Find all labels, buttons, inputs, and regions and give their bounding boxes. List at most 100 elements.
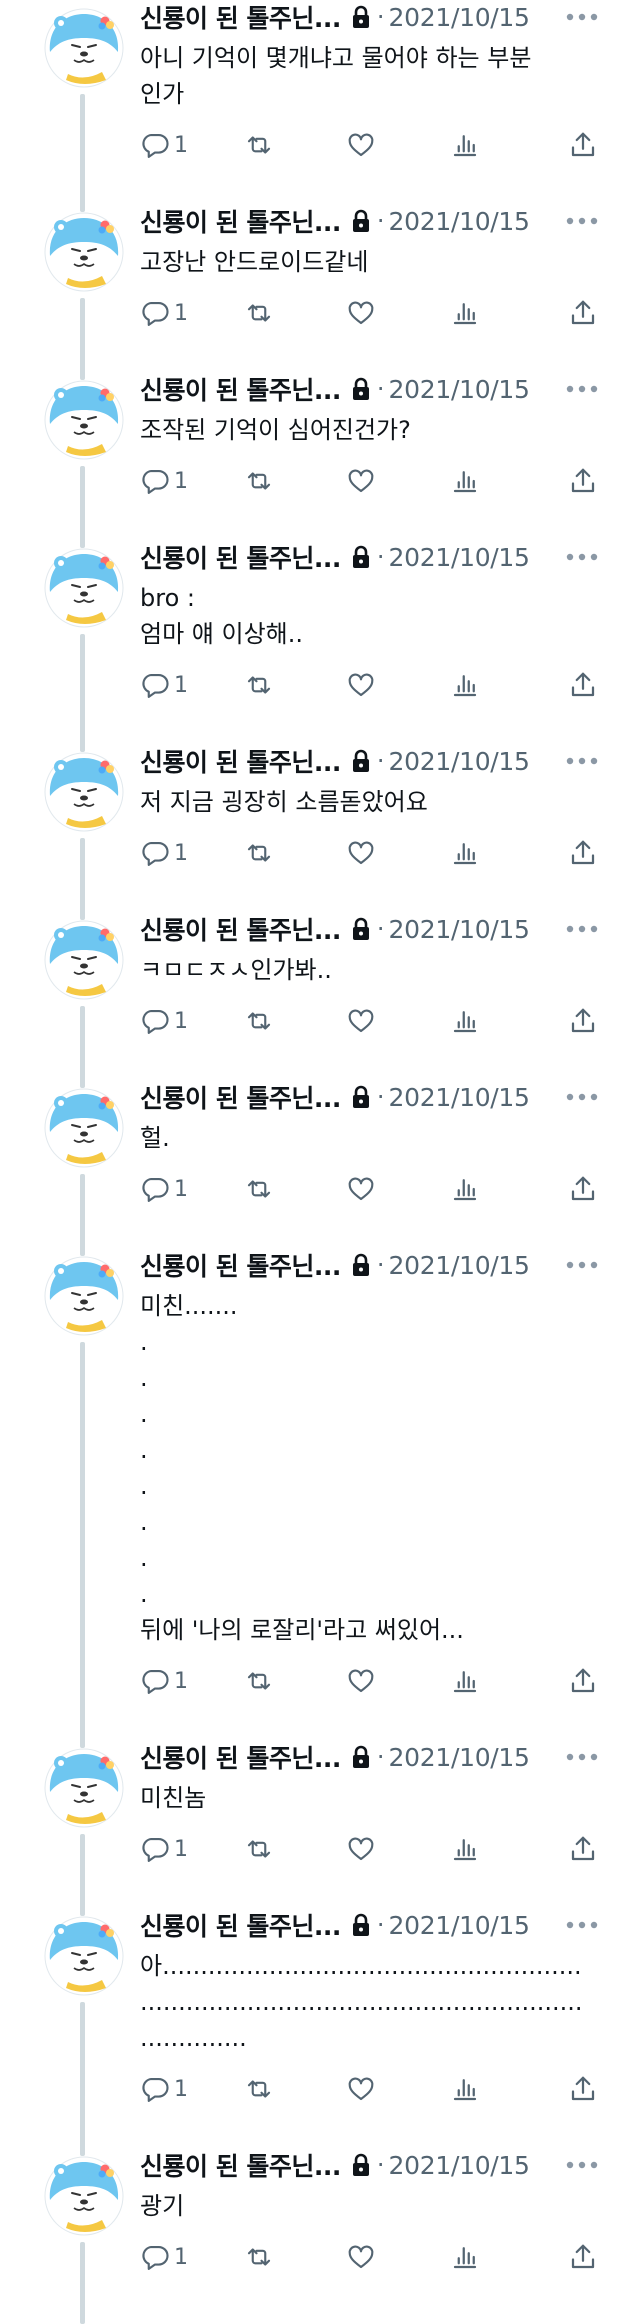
tweet[interactable]: 신룡이 된 톨주닌... · 2021/10/15 저 지금 굉장히 소름돋았어…: [0, 743, 640, 920]
tweet-date[interactable]: 2021/10/15: [389, 543, 530, 572]
retweet-button[interactable]: [244, 2240, 274, 2274]
reply-button[interactable]: 1: [140, 2072, 188, 2106]
reply-button[interactable]: 1: [140, 668, 188, 702]
tweet[interactable]: 신룡이 된 톨주닌... · 2021/10/15 조작된 기억이 심어진건가?…: [0, 371, 640, 548]
reply-button[interactable]: 1: [140, 296, 188, 330]
otter-avatar[interactable]: [44, 8, 124, 88]
like-button[interactable]: [346, 1664, 376, 1698]
tweet[interactable]: 신룡이 된 톨주닌... · 2021/10/15 미친............…: [0, 1247, 640, 1748]
share-button[interactable]: [568, 836, 598, 870]
views-button[interactable]: [450, 128, 480, 162]
tweet-date[interactable]: 2021/10/15: [389, 1743, 530, 1772]
retweet-button[interactable]: [244, 296, 274, 330]
tweet[interactable]: 신룡이 된 톨주닌... · 2021/10/15 bro : 엄마 얘 이상해.…: [0, 539, 640, 752]
more-icon[interactable]: [564, 1252, 600, 1278]
display-name[interactable]: 신룡이 된 톨주닌...: [140, 911, 341, 947]
reply-button[interactable]: 1: [140, 1172, 188, 1206]
tweet-date[interactable]: 2021/10/15: [389, 2151, 530, 2180]
share-button[interactable]: [568, 128, 598, 162]
retweet-button[interactable]: [244, 2072, 274, 2106]
views-button[interactable]: [450, 2240, 480, 2274]
display-name[interactable]: 신룡이 된 톨주닌...: [140, 1907, 341, 1943]
tweet[interactable]: 신룡이 된 톨주닌... · 2021/10/15 헐. 1: [0, 1079, 640, 1256]
views-button[interactable]: [450, 1004, 480, 1038]
tweet[interactable]: 신룡이 된 톨주닌... · 2021/10/15 고장난 안드로이드같네 1: [0, 203, 640, 380]
share-button[interactable]: [568, 1664, 598, 1698]
more-icon[interactable]: [564, 4, 600, 30]
display-name[interactable]: 신룡이 된 톨주닌...: [140, 743, 341, 779]
display-name[interactable]: 신룡이 된 톨주닌...: [140, 1079, 341, 1115]
display-name[interactable]: 신룡이 된 톨주닌...: [140, 2147, 341, 2183]
tweet-date[interactable]: 2021/10/15: [389, 1911, 530, 1940]
views-button[interactable]: [450, 1172, 480, 1206]
share-button[interactable]: [568, 2072, 598, 2106]
otter-avatar[interactable]: [44, 1256, 124, 1336]
more-icon[interactable]: [564, 1912, 600, 1938]
tweet[interactable]: 신룡이 된 톨주닌... · 2021/10/15 미친놈 1: [0, 1739, 640, 1916]
like-button[interactable]: [346, 1172, 376, 1206]
tweet-date[interactable]: 2021/10/15: [389, 3, 530, 32]
more-icon[interactable]: [564, 2152, 600, 2178]
otter-avatar[interactable]: [44, 1088, 124, 1168]
display-name[interactable]: 신룡이 된 톨주닌...: [140, 1247, 341, 1283]
views-button[interactable]: [450, 668, 480, 702]
otter-avatar[interactable]: [44, 2156, 124, 2236]
tweet[interactable]: 신룡이 된 톨주닌... · 2021/10/15 아니 기억이 몇개냐고 물어…: [0, 0, 640, 212]
display-name[interactable]: 신룡이 된 톨주닌...: [140, 203, 341, 239]
retweet-button[interactable]: [244, 1832, 274, 1866]
share-button[interactable]: [568, 1832, 598, 1866]
tweet[interactable]: 신룡이 된 톨주닌... · 2021/10/15 ㅋㅁㄷㅈㅅ인가봐.. 1: [0, 911, 640, 1088]
like-button[interactable]: [346, 464, 376, 498]
retweet-button[interactable]: [244, 128, 274, 162]
tweet-date[interactable]: 2021/10/15: [389, 207, 530, 236]
share-button[interactable]: [568, 296, 598, 330]
more-icon[interactable]: [564, 1744, 600, 1770]
views-button[interactable]: [450, 836, 480, 870]
otter-avatar[interactable]: [44, 920, 124, 1000]
reply-button[interactable]: 1: [140, 1832, 188, 1866]
tweet-date[interactable]: 2021/10/15: [389, 375, 530, 404]
retweet-button[interactable]: [244, 668, 274, 702]
views-button[interactable]: [450, 1832, 480, 1866]
display-name[interactable]: 신룡이 된 톨주닌...: [140, 371, 341, 407]
display-name[interactable]: 신룡이 된 톨주닌...: [140, 0, 341, 35]
like-button[interactable]: [346, 2072, 376, 2106]
like-button[interactable]: [346, 296, 376, 330]
more-icon[interactable]: [564, 544, 600, 570]
display-name[interactable]: 신룡이 된 톨주닌...: [140, 1739, 341, 1775]
share-button[interactable]: [568, 668, 598, 702]
reply-button[interactable]: 1: [140, 128, 188, 162]
more-icon[interactable]: [564, 1084, 600, 1110]
retweet-button[interactable]: [244, 1172, 274, 1206]
display-name[interactable]: 신룡이 된 톨주닌...: [140, 539, 341, 575]
otter-avatar[interactable]: [44, 380, 124, 460]
views-button[interactable]: [450, 1664, 480, 1698]
like-button[interactable]: [346, 836, 376, 870]
like-button[interactable]: [346, 2240, 376, 2274]
views-button[interactable]: [450, 296, 480, 330]
share-button[interactable]: [568, 464, 598, 498]
tweet-date[interactable]: 2021/10/15: [389, 1083, 530, 1112]
tweet[interactable]: 신룡이 된 톨주닌... · 2021/10/15 광기 1: [0, 2147, 640, 2324]
share-button[interactable]: [568, 1172, 598, 1206]
otter-avatar[interactable]: [44, 1748, 124, 1828]
views-button[interactable]: [450, 2072, 480, 2106]
more-icon[interactable]: [564, 748, 600, 774]
share-button[interactable]: [568, 2240, 598, 2274]
views-button[interactable]: [450, 464, 480, 498]
retweet-button[interactable]: [244, 464, 274, 498]
retweet-button[interactable]: [244, 836, 274, 870]
like-button[interactable]: [346, 668, 376, 702]
retweet-button[interactable]: [244, 1664, 274, 1698]
share-button[interactable]: [568, 1004, 598, 1038]
otter-avatar[interactable]: [44, 212, 124, 292]
reply-button[interactable]: 1: [140, 2240, 188, 2274]
like-button[interactable]: [346, 1004, 376, 1038]
otter-avatar[interactable]: [44, 1916, 124, 1996]
reply-button[interactable]: 1: [140, 464, 188, 498]
reply-button[interactable]: 1: [140, 836, 188, 870]
tweet-date[interactable]: 2021/10/15: [389, 915, 530, 944]
reply-button[interactable]: 1: [140, 1664, 188, 1698]
reply-button[interactable]: 1: [140, 1004, 188, 1038]
like-button[interactable]: [346, 1832, 376, 1866]
